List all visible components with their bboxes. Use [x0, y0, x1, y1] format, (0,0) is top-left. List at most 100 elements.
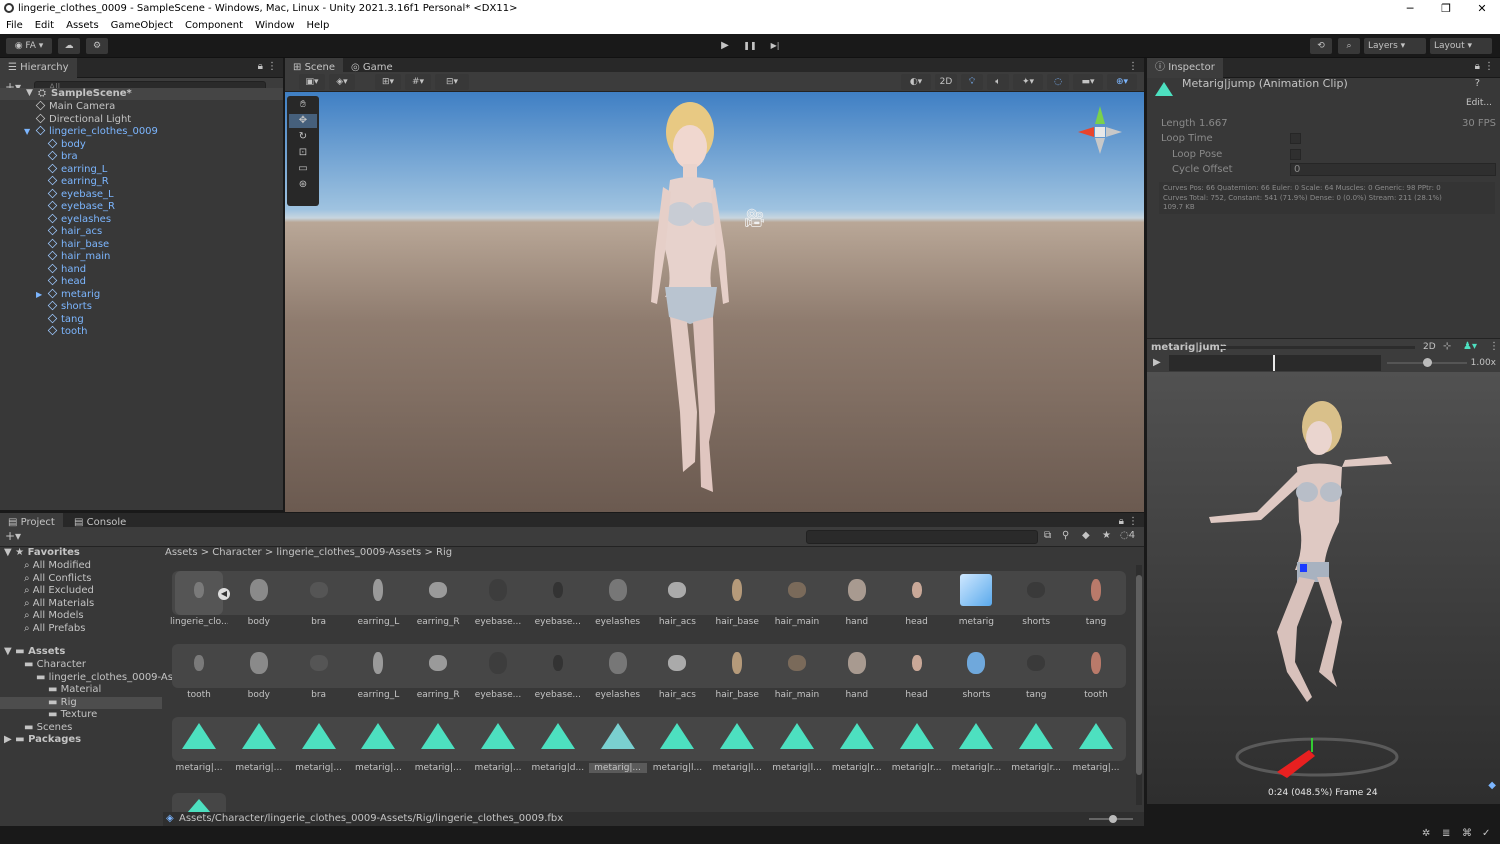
asset-item[interactable]: metarig|r... [888, 713, 946, 783]
asset-item[interactable]: earring_L [349, 567, 407, 637]
more-menu-icon[interactable]: ⋮ [1128, 61, 1138, 72]
visibility-icon[interactable]: ◌ [1047, 74, 1069, 90]
render-icon[interactable]: ◐▾ [901, 74, 931, 90]
more-menu-icon[interactable]: ⋮ [1484, 61, 1494, 72]
hierarchy-item[interactable]: hair_base [47, 238, 109, 252]
rotate-tool-icon[interactable]: ↻ [289, 130, 317, 144]
asset-item[interactable]: lingerie_clo... [170, 567, 228, 637]
asset-item[interactable]: metarig|l... [648, 713, 706, 783]
tab-hierarchy[interactable]: ☰ Hierarchy [0, 58, 77, 78]
menu-component[interactable]: Component [185, 18, 243, 34]
asset-item[interactable]: metarig [947, 567, 1005, 637]
asset-item[interactable]: earring_R [409, 640, 467, 710]
asset-item[interactable]: tooth [1067, 640, 1125, 710]
asset-item[interactable]: metarig|l... [708, 713, 766, 783]
asset-item[interactable]: metarig|... [290, 713, 348, 783]
hierarchy-item[interactable]: shorts [47, 300, 92, 314]
label-icon[interactable]: ◆ [1082, 530, 1090, 541]
folder-item[interactable]: ▬ Rig [0, 696, 162, 709]
lock-icon[interactable]: 🔒︎ [258, 61, 263, 72]
hierarchy-item[interactable]: body [47, 138, 86, 152]
maximize-button[interactable]: ❐ [1428, 0, 1464, 18]
hierarchy-item[interactable]: head [47, 275, 86, 289]
lighting-icon[interactable]: 💡︎ [961, 74, 983, 90]
camera-icon[interactable]: ▬▾ [1073, 74, 1103, 90]
asset-item[interactable]: metarig|... [230, 713, 288, 783]
hierarchy-item[interactable]: ▼ lingerie_clothes_0009 [24, 125, 158, 139]
asset-item[interactable]: tooth [170, 640, 228, 710]
asset-item[interactable]: body [230, 640, 288, 710]
preview-timeline[interactable] [1169, 355, 1381, 371]
asset-item[interactable]: hair_main [768, 567, 826, 637]
layers-dropdown[interactable]: Layers ▾ [1364, 38, 1426, 54]
asset-item[interactable]: hair_base [708, 640, 766, 710]
history-icon[interactable]: ⟲ [1310, 38, 1332, 54]
hierarchy-item[interactable]: eyebase_L [47, 188, 114, 202]
preview-play-button[interactable]: ▶ [1153, 357, 1161, 368]
folder-item[interactable]: ▬ Texture [0, 709, 162, 722]
loop-pose-checkbox[interactable] [1290, 149, 1301, 160]
hierarchy-item[interactable]: bra [47, 150, 78, 164]
hierarchy-item[interactable]: earring_R [47, 175, 109, 189]
asset-item[interactable]: eyelashes [589, 567, 647, 637]
step-button[interactable]: ▶| [764, 38, 786, 54]
favorite-item[interactable]: ⌕ All Prefabs [24, 623, 85, 636]
asset-scrollbar[interactable] [1136, 565, 1142, 805]
hierarchy-item[interactable]: ▶ metarig [36, 288, 100, 302]
play-button[interactable]: ▶ [714, 38, 736, 54]
animation-preview-viewport[interactable]: 0:24 (048.5%) Frame 24 ◆ [1147, 372, 1500, 804]
asset-item[interactable]: head [888, 567, 946, 637]
lock-icon[interactable]: 🔒︎ [1119, 516, 1124, 527]
hierarchy-item[interactable]: tooth [47, 325, 87, 339]
shading-icon[interactable]: ◈▾ [329, 74, 355, 90]
scene-viewport[interactable]: 🎥︎ [285, 92, 1144, 512]
expand-arrow-icon[interactable]: ▼ [24, 126, 30, 138]
speed-slider[interactable] [1387, 358, 1467, 367]
hierarchy-item[interactable]: eyebase_R [47, 200, 115, 214]
hierarchy-item[interactable]: hair_main [47, 250, 110, 264]
scene-row[interactable]: ▼ ⛭ SampleScene* [0, 88, 283, 100]
folder-item[interactable]: ▬ Character [0, 659, 162, 672]
avatar-icon[interactable]: ♟▾ [1463, 341, 1477, 352]
move-tool-icon[interactable]: ✥ [289, 114, 317, 128]
asset-item[interactable]: eyelashes [589, 640, 647, 710]
asset-item[interactable]: eyebase... [469, 640, 527, 710]
menu-help[interactable]: Help [307, 18, 330, 34]
more-menu-icon[interactable]: ⋮ [1489, 341, 1499, 352]
asset-item[interactable]: hair_acs [648, 640, 706, 710]
orientation-gizmo-icon[interactable] [1078, 106, 1122, 154]
folder-item[interactable]: ▬ Scenes [0, 722, 162, 735]
cycle-offset-field[interactable]: 0 [1290, 163, 1496, 176]
rect-tool-icon[interactable]: ▭ [289, 162, 317, 176]
favorite-item[interactable]: ⌕ All Models [24, 610, 84, 623]
stack-icon[interactable]: ≣ [1442, 828, 1450, 839]
menu-assets[interactable]: Assets [66, 18, 99, 34]
menu-gameobject[interactable]: GameObject [111, 18, 173, 34]
assets-header[interactable]: ▼ ▬ Assets [4, 646, 65, 659]
gizmos-icon[interactable]: ⊕▾ [1107, 74, 1137, 90]
grid-icon[interactable]: #▾ [405, 74, 431, 90]
breadcrumb-item[interactable]: lingerie_clothes_0009-Assets [276, 547, 421, 558]
animation-clip-icon[interactable] [187, 799, 211, 813]
pivot-icon[interactable]: ⊞▾ [375, 74, 401, 90]
asset-item[interactable]: metarig|... [409, 713, 467, 783]
more-menu-icon[interactable]: ⋮ [267, 61, 277, 72]
hierarchy-item[interactable]: earring_L [47, 163, 107, 177]
hierarchy-item[interactable]: hair_acs [47, 225, 102, 239]
thumbnail-size-slider[interactable] [1089, 815, 1133, 823]
tab-inspector[interactable]: ⓘ Inspector [1147, 58, 1223, 78]
asset-item[interactable]: hair_main [768, 640, 826, 710]
hidden-packages-icon[interactable]: ◌4 [1120, 530, 1135, 541]
collab-icon[interactable]: ⚙ [86, 38, 108, 54]
favorite-item[interactable]: ⌕ All Conflicts [24, 573, 92, 586]
lock-icon[interactable]: 🔒︎ [1475, 61, 1480, 72]
collapsed-arrow-icon[interactable]: ▶ [36, 289, 42, 301]
audio-icon[interactable]: 🔈︎ [987, 74, 1009, 90]
asset-item[interactable]: head [888, 640, 946, 710]
add-icon[interactable]: +▾ [5, 529, 21, 543]
search-type-icon[interactable]: ⧉ [1044, 530, 1051, 541]
packages-header[interactable]: ▶ ▬ Packages [4, 734, 81, 747]
thumbnail-size-thumb[interactable] [1109, 815, 1117, 823]
preview-2d-toggle[interactable]: 2D [1423, 342, 1436, 352]
hierarchy-item[interactable]: Directional Light [35, 113, 131, 127]
